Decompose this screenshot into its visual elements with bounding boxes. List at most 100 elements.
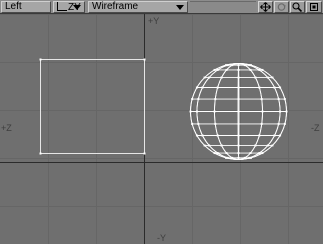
move-view-icon	[260, 2, 271, 12]
sphere-vertex	[231, 156, 234, 159]
rotate-view-icon	[277, 3, 286, 11]
box-vertex	[143, 58, 146, 61]
sphere-vertex	[203, 76, 206, 79]
sphere-vertex	[277, 122, 280, 125]
sphere-vertex	[237, 144, 240, 147]
axis-label-right: -Z	[311, 123, 320, 133]
sphere-vertex	[254, 144, 257, 147]
sphere-vertex	[220, 144, 223, 147]
sphere-vertex	[249, 152, 252, 155]
modeler-viewport-window: Left ZY Wireframe +Y -Y +Z -Z	[0, 0, 323, 244]
sphere-vertex	[279, 110, 282, 113]
sphere-vertex	[237, 122, 240, 125]
sphere-vertex	[266, 76, 269, 79]
sphere-vertex	[283, 98, 286, 101]
sphere-vertex	[271, 144, 274, 147]
sphere-vertex	[261, 68, 264, 71]
axis-mode-icon	[57, 2, 67, 11]
sphere-vertex	[237, 156, 240, 159]
sphere-vertex	[258, 68, 261, 71]
sphere-vertex	[213, 152, 216, 155]
sphere-vertex	[189, 110, 192, 113]
sphere-vertex	[261, 152, 264, 155]
sphere-vertex	[220, 76, 223, 79]
sphere-vertex	[266, 144, 269, 147]
sphere-vertex	[271, 76, 274, 79]
sphere-vertex	[249, 68, 252, 71]
sphere-vertex	[225, 156, 228, 159]
sphere-vertex	[237, 152, 240, 155]
zoom-view-icon	[292, 2, 303, 12]
viewport-toolbar: Left ZY Wireframe	[0, 0, 323, 14]
render-mode-dropdown[interactable]: Wireframe	[88, 1, 188, 13]
sphere-vertex	[216, 68, 219, 71]
view-mode-dropdown[interactable]: Left	[1, 1, 51, 13]
sphere-vertex	[197, 122, 200, 125]
sphere-vertex	[237, 86, 240, 89]
sphere-vertex	[237, 68, 240, 71]
sphere-vertex	[243, 156, 246, 159]
sphere-vertex	[195, 110, 198, 113]
box-vertex	[143, 152, 146, 155]
sphere-vertex	[225, 68, 228, 71]
axis-label-left: +Z	[1, 123, 12, 133]
sphere-object	[189, 63, 288, 160]
sphere-vertex	[195, 134, 198, 137]
chevron-down-icon	[176, 5, 184, 10]
box-vertex	[39, 152, 42, 155]
sphere-vertex	[254, 76, 257, 79]
sphere-vertex	[260, 122, 263, 125]
viewport-canvas[interactable]	[0, 14, 323, 244]
rotate-view-button[interactable]	[274, 1, 289, 13]
maximize-view-button[interactable]	[306, 1, 322, 13]
sphere-vertex	[214, 122, 217, 125]
sphere-vertex	[216, 134, 219, 137]
sphere-vertex	[279, 86, 282, 89]
sphere-vertex	[285, 110, 288, 113]
sphere-vertex	[201, 134, 204, 137]
sphere-vertex	[260, 98, 263, 101]
sphere-vertex	[248, 156, 251, 159]
wireframe-viewport[interactable]: +Y -Y +Z -Z	[0, 14, 323, 244]
sphere-vertex	[216, 86, 219, 89]
sphere-vertex	[237, 64, 240, 67]
sphere-vertex	[225, 152, 228, 155]
sphere-vertex	[273, 86, 276, 89]
sphere-vertex	[213, 110, 216, 113]
sphere-vertex	[243, 64, 246, 67]
sphere-vertex	[203, 144, 206, 147]
sphere-vertex	[258, 134, 261, 137]
sphere-vertex	[195, 86, 198, 89]
axis-label-top: +Y	[148, 16, 160, 26]
move-view-button[interactable]	[258, 1, 273, 13]
sphere-vertex	[237, 76, 240, 79]
sphere-vertex	[191, 98, 194, 101]
sphere-vertex	[273, 134, 276, 137]
axis-mode-dropdown[interactable]: ZY	[53, 1, 85, 13]
sphere-vertex	[261, 110, 264, 113]
sphere-vertex	[237, 110, 240, 113]
axis-label-bottom: -Y	[157, 233, 166, 243]
sphere-vertex	[214, 98, 217, 101]
sphere-vertex	[258, 86, 261, 89]
sphere-vertex	[237, 134, 240, 137]
zoom-view-button[interactable]	[290, 1, 305, 13]
sphere-vertex	[201, 86, 204, 89]
sphere-vertex	[208, 76, 211, 79]
sphere-vertex	[277, 98, 280, 101]
sphere-vertex	[279, 134, 282, 137]
sphere-vertex	[213, 68, 216, 71]
chevron-down-icon	[73, 5, 81, 10]
box-object	[40, 59, 145, 154]
maximize-view-icon	[310, 3, 318, 11]
sphere-vertex	[231, 64, 234, 67]
box-vertex	[39, 58, 42, 61]
sphere-vertex	[191, 122, 194, 125]
view-mode-label: Left	[5, 1, 22, 12]
sphere-vertex	[237, 98, 240, 101]
render-mode-label: Wireframe	[92, 1, 139, 12]
sphere-vertex	[248, 64, 251, 67]
toolbar-spacer	[190, 1, 256, 13]
sphere-vertex	[283, 122, 286, 125]
sphere-vertex	[225, 64, 228, 67]
